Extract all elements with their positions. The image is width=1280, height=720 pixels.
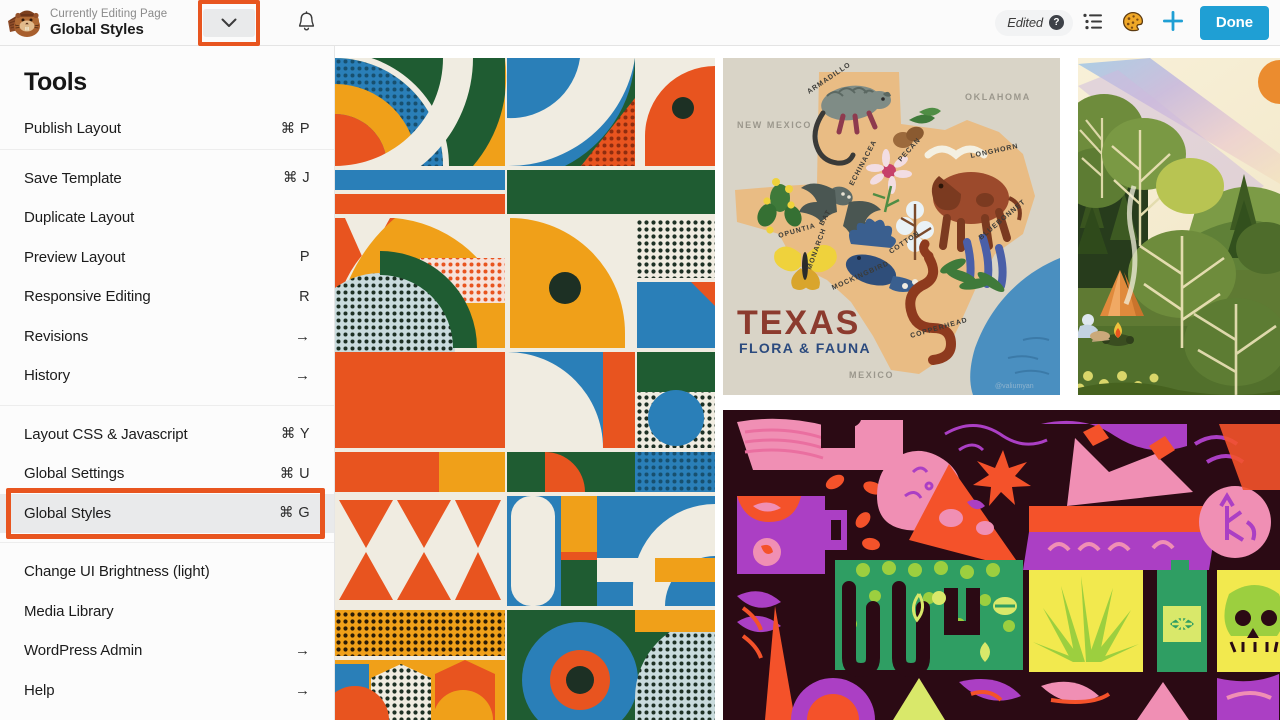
menu-item-publish-layout[interactable]: Publish Layout ⌘ P [0, 109, 334, 149]
arrow-right-icon: → [295, 642, 310, 660]
bell-icon [297, 10, 316, 35]
menu-group-publish: Publish Layout ⌘ P [0, 109, 334, 149]
styles-palette-button[interactable] [1113, 6, 1153, 40]
add-module-button[interactable] [1153, 6, 1193, 40]
app-root: Currently Editing Page Global Styles Edi… [0, 0, 1280, 720]
status-badge-label: Edited [1007, 15, 1043, 30]
page-title: Global Styles [50, 20, 144, 38]
menu-item-shortcut: ⌘ P [280, 120, 310, 137]
tools-dropdown-button[interactable] [203, 8, 256, 37]
svg-text:MEXICO: MEXICO [849, 370, 894, 380]
menu-item-shortcut: ⌘ U [279, 465, 310, 482]
top-toolbar: Currently Editing Page Global Styles Edi… [0, 0, 1280, 46]
toolbar-left-group: Currently Editing Page Global Styles [0, 0, 320, 46]
menu-item-shortcut: ⌘ J [283, 170, 310, 187]
notifications-button[interactable] [292, 9, 320, 37]
menu-item-label: Global Styles [24, 504, 112, 522]
menu-item-label: Media Library [24, 602, 114, 620]
menu-item-responsive-editing[interactable]: Responsive Editing R [0, 277, 334, 317]
menu-item-label: Revisions [24, 327, 89, 345]
menu-group-misc: Change UI Brightness (light) Media Libra… [0, 543, 334, 710]
menu-item-preview-layout[interactable]: Preview Layout P [0, 238, 334, 278]
menu-item-label: Change UI Brightness (light) [24, 563, 210, 581]
svg-text:FLORA & FAUNA: FLORA & FAUNA [739, 340, 871, 356]
svg-text:NEW MEXICO: NEW MEXICO [737, 120, 812, 130]
menu-item-shortcut: ⌘ Y [280, 426, 310, 443]
done-button[interactable]: Done [1199, 5, 1269, 40]
menu-item-label: Preview Layout [24, 248, 126, 266]
menu-group-settings: Layout CSS & Javascript ⌘ Y Global Setti… [0, 406, 334, 543]
menu-item-label: Global Settings [24, 465, 125, 483]
arrow-right-icon: → [295, 367, 310, 385]
menu-item-history[interactable]: History → [0, 356, 334, 396]
menu-item-help[interactable]: Help → [0, 671, 334, 711]
menu-item-save-template[interactable]: Save Template ⌘ J [0, 159, 334, 199]
cookie-palette-icon [1122, 11, 1144, 35]
menu-group-layout: Save Template ⌘ J Duplicate Layout Previ… [0, 150, 334, 405]
chevron-down-icon [221, 18, 237, 28]
menu-item-duplicate-layout[interactable]: Duplicate Layout [0, 198, 334, 238]
menu-item-label: Help [24, 681, 55, 699]
menu-item-change-ui-brightness[interactable]: Change UI Brightness (light) [0, 552, 334, 592]
editing-context: Currently Editing Page Global Styles [48, 0, 167, 46]
toolbar-right-group: Edited ? Done [995, 0, 1280, 46]
menu-item-layout-css-javascript[interactable]: Layout CSS & Javascript ⌘ Y [0, 415, 334, 455]
menu-item-label: WordPress Admin [24, 642, 143, 660]
question-mark-icon[interactable]: ? [1048, 15, 1064, 30]
menu-item-label: Publish Layout [24, 120, 122, 138]
menu-item-revisions[interactable]: Revisions → [0, 317, 334, 357]
svg-text:@valiumyan: @valiumyan [995, 383, 1034, 390]
svg-text:OKLAHOMA: OKLAHOMA [965, 92, 1031, 102]
menu-item-wordpress-admin[interactable]: WordPress Admin → [0, 631, 334, 671]
arrow-right-icon: → [295, 681, 310, 699]
texas-flora-fauna-map[interactable]: NEW MEXICO OKLAHOMA MEXICO ARMADILLO PEC… [723, 58, 1060, 395]
tools-dropdown-holder [198, 0, 261, 46]
menu-item-global-settings[interactable]: Global Settings ⌘ U [0, 454, 334, 494]
menu-item-shortcut: R [299, 288, 310, 305]
menu-item-media-library[interactable]: Media Library [0, 592, 334, 632]
menu-item-label: Save Template [24, 169, 122, 187]
menu-item-label: History [24, 367, 70, 385]
menu-item-shortcut: ⌘ G [278, 505, 310, 522]
panel-title: Tools [24, 68, 87, 96]
forest-campsite-illustration[interactable] [1078, 58, 1280, 395]
neon-abstract-artwork[interactable] [723, 410, 1280, 720]
editing-kicker: Currently Editing Page [50, 7, 168, 20]
selected-item-wrapper: Global Styles ⌘ G [0, 487, 334, 539]
outline-button[interactable] [1073, 6, 1113, 40]
beaver-logo-icon[interactable] [0, 0, 48, 46]
status-badge[interactable]: Edited ? [995, 9, 1073, 36]
plus-icon [1162, 10, 1184, 35]
menu-item-global-styles[interactable]: Global Styles ⌘ G [0, 493, 334, 533]
menu-item-label: Duplicate Layout [24, 209, 135, 227]
menu-item-label: Responsive Editing [24, 288, 151, 306]
geometric-pattern-artwork[interactable] [335, 58, 715, 720]
tools-panel: Tools Publish Layout ⌘ P Save Template ⌘… [0, 46, 335, 720]
arrow-right-icon: → [295, 327, 310, 345]
menu-item-label: Layout CSS & Javascript [24, 425, 188, 443]
svg-text:TEXAS: TEXAS [737, 304, 860, 342]
menu-item-shortcut: P [299, 249, 310, 266]
outline-list-icon [1083, 13, 1103, 33]
